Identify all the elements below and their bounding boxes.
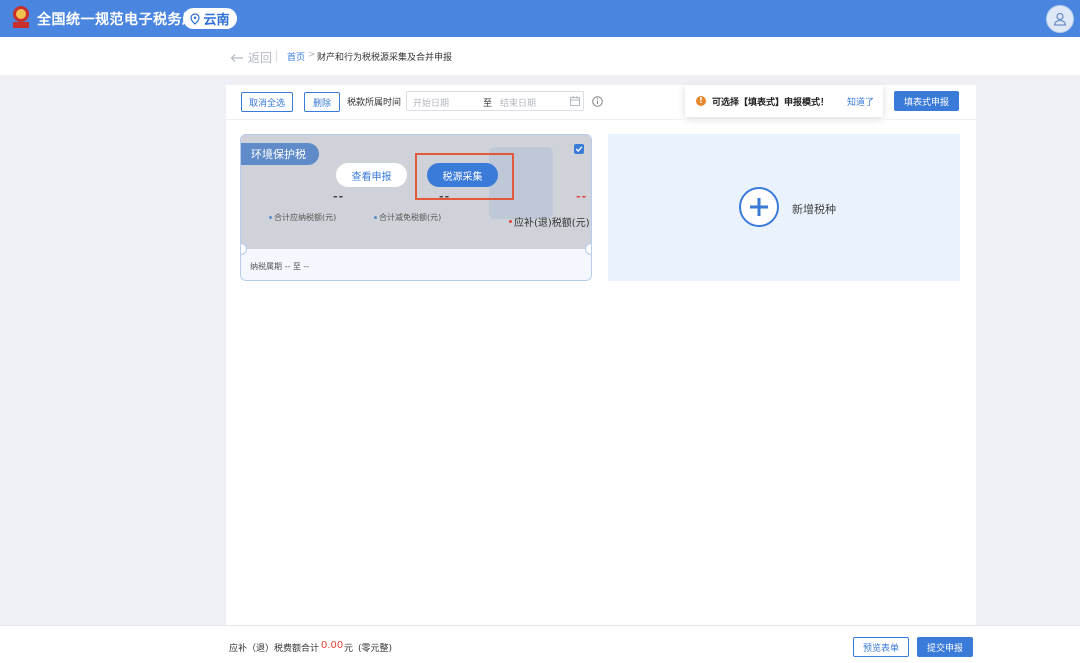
total-label: 应补（退）税费额合计 (229, 644, 320, 654)
back-button[interactable]: 返回 (230, 49, 272, 66)
metric-refund-label: 应补(退)税额(元) (514, 218, 590, 229)
user-avatar[interactable] (1046, 5, 1074, 33)
bullet-dot (269, 216, 272, 219)
bullet-dot (374, 216, 377, 219)
tax-type-tag: 环境保护税 (241, 143, 319, 165)
mode-tip-popover: ! 可选择【填表式】申报模式！ 知道了 (685, 85, 883, 117)
tax-period-label: 税款所属时间 (347, 98, 402, 108)
tax-type-card[interactable]: 环境保护税 查看申报 税源采集 -- -- -- 合计应纳税额(元) 合计减免税… (240, 134, 592, 281)
metric-reduction: 合计减免税额(元) (374, 212, 441, 223)
card-checkbox[interactable] (574, 144, 584, 154)
total-unit: 元 (344, 644, 354, 654)
user-icon (1053, 12, 1067, 26)
payable-value: -- (333, 190, 345, 203)
start-date-input[interactable]: 开始日期 (413, 96, 449, 109)
submit-declaration-button[interactable]: 提交申报 (917, 637, 973, 657)
breadcrumb-current: 财产和行为税税源采集及合并申报 (317, 53, 453, 63)
region-label: 云南 (203, 13, 230, 28)
back-label: 返回 (248, 51, 273, 65)
delete-button[interactable]: 删除 (304, 92, 340, 112)
toolbar-divider (226, 119, 976, 120)
breadcrumb-divider (276, 50, 277, 62)
info-icon[interactable] (592, 96, 603, 107)
top-header: 全国统一规范电子税务局 云南 (0, 0, 1080, 37)
metric-payable: 合计应纳税额(元) (269, 212, 336, 223)
check-icon (575, 146, 583, 152)
location-pin-icon (190, 12, 201, 25)
tip-text: 可选择【填表式】申报模式！ (712, 98, 830, 108)
add-tax-type-card[interactable]: 新增税种 (608, 134, 960, 281)
reduction-value: -- (439, 190, 451, 203)
total-in-words: (零元整) (358, 644, 393, 654)
highlight-annotation (415, 153, 514, 200)
form-mode-declare-button[interactable]: 填表式申报 (894, 91, 959, 111)
card-notch-right (585, 243, 591, 255)
refund-value: -- (576, 190, 588, 203)
region-selector[interactable]: 云南 (183, 8, 237, 29)
metric-reduction-label: 合计减免税额(元) (379, 213, 442, 222)
plus-icon (739, 187, 779, 227)
metric-payable-label: 合计应纳税额(元) (274, 213, 337, 222)
view-declaration-button[interactable]: 查看申报 (336, 163, 407, 187)
metric-refund: 应补(退)税额(元) (509, 214, 590, 229)
breadcrumb-bar: 返回 首页 > 财产和行为税税源采集及合并申报 (0, 37, 1080, 75)
tax-period-text: 纳税属期 -- 至 -- (250, 262, 310, 271)
date-range-separator: 至 (483, 99, 493, 109)
date-range-picker[interactable]: 开始日期 至 结束日期 (406, 91, 584, 111)
breadcrumb-separator: > (308, 50, 316, 60)
bottom-summary-bar: 应补（退）税费额合计 0.00 元 (零元整) 预览表单 提交申报 (0, 625, 1080, 663)
end-date-input[interactable]: 结束日期 (500, 96, 536, 109)
preview-form-button[interactable]: 预览表单 (853, 637, 909, 657)
warning-icon: ! (696, 96, 706, 106)
calendar-icon (570, 96, 580, 106)
bullet-dot (509, 220, 512, 223)
add-tax-type-label: 新增税种 (792, 203, 836, 216)
tip-dismiss-button[interactable]: 知道了 (847, 95, 874, 108)
arrow-left-icon (230, 53, 243, 62)
main-panel: 取消全选 删除 税款所属时间 开始日期 至 结束日期 ! 可选择【填表式】申报模… (226, 85, 976, 625)
breadcrumb-home[interactable]: 首页 (287, 50, 305, 63)
site-title: 全国统一规范电子税务局 (37, 12, 197, 28)
cancel-select-all-button[interactable]: 取消全选 (241, 92, 293, 112)
total-value: 0.00 (321, 640, 344, 651)
tax-emblem-icon (13, 6, 29, 28)
